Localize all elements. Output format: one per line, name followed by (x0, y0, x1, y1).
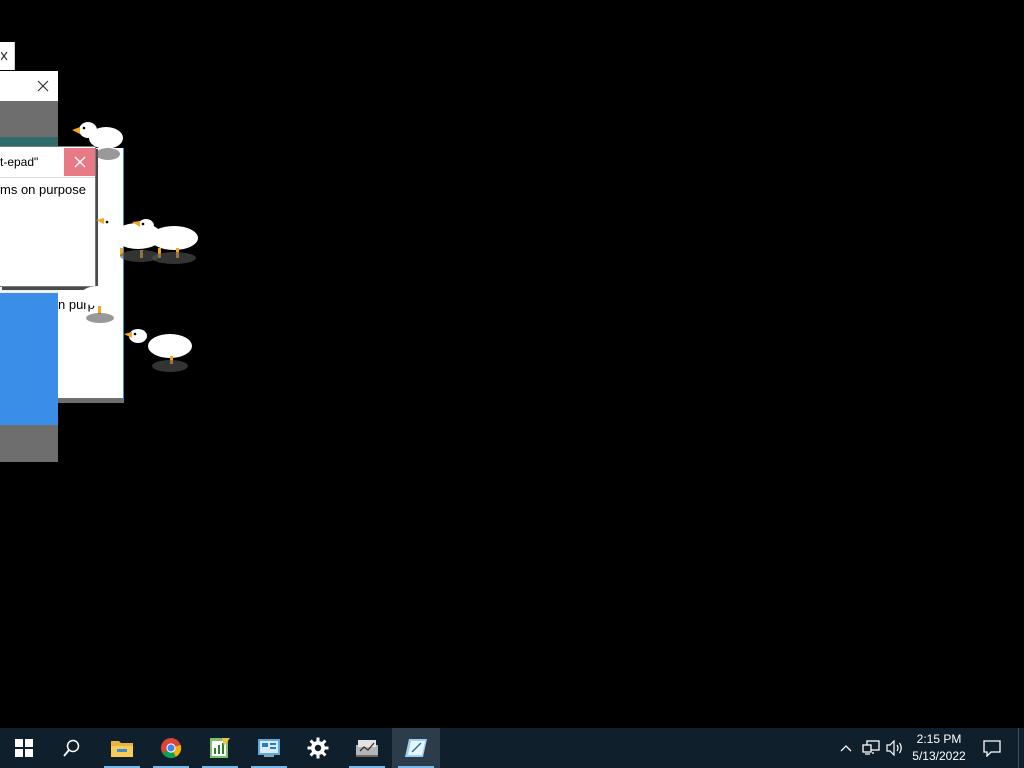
background-window-edge[interactable] (0, 42, 15, 70)
goose-icon[interactable] (76, 280, 126, 326)
window-footer (0, 425, 58, 462)
window-toolbar (0, 101, 58, 137)
taskbar-network-drive[interactable] (343, 728, 391, 768)
chrome-icon (161, 738, 182, 759)
show-desktop-button[interactable] (1018, 728, 1024, 768)
window-selection-area (0, 293, 58, 425)
network-tray-button[interactable] (860, 728, 882, 768)
windows-start-icon (15, 739, 33, 757)
close-icon[interactable] (0, 48, 10, 64)
control-panel-icon (258, 739, 280, 757)
start-button[interactable] (0, 728, 48, 768)
taskbar-chrome[interactable] (147, 728, 195, 768)
search-button[interactable] (48, 728, 96, 768)
window-message-text: ms on purpose (0, 182, 86, 197)
speaker-icon (886, 740, 902, 756)
show-hidden-icons-button[interactable] (836, 728, 856, 768)
spreadsheet-icon (210, 738, 230, 758)
notepad-icon (405, 739, 427, 757)
taskbar-spreadsheet[interactable] (196, 728, 244, 768)
goose-icon[interactable] (68, 118, 128, 168)
taskbar-settings[interactable] (294, 728, 342, 768)
close-icon[interactable] (33, 76, 53, 96)
goose-icon[interactable] (122, 322, 196, 378)
search-icon (63, 739, 80, 757)
action-center-button[interactable] (976, 728, 1008, 768)
goose-icon[interactable] (130, 214, 202, 270)
chevron-up-icon (840, 745, 852, 752)
clock[interactable]: 2:15 PM 5/13/2022 (906, 728, 972, 768)
taskbar: 2:15 PM 5/13/2022 (0, 728, 1024, 768)
taskbar-control-panel[interactable] (245, 728, 293, 768)
network-drive-icon (356, 740, 378, 757)
volume-tray-button[interactable] (884, 728, 906, 768)
clock-time: 2:15 PM (916, 732, 962, 746)
notification-icon (983, 739, 1001, 757)
file-explorer-icon (111, 741, 133, 757)
network-icon (862, 740, 880, 755)
taskbar-file-explorer[interactable] (98, 728, 146, 768)
taskbar-notepad[interactable] (392, 728, 440, 768)
settings-gear-icon (307, 737, 329, 759)
window-title: t-epad" (0, 155, 39, 169)
clock-date: 5/13/2022 (912, 749, 966, 763)
